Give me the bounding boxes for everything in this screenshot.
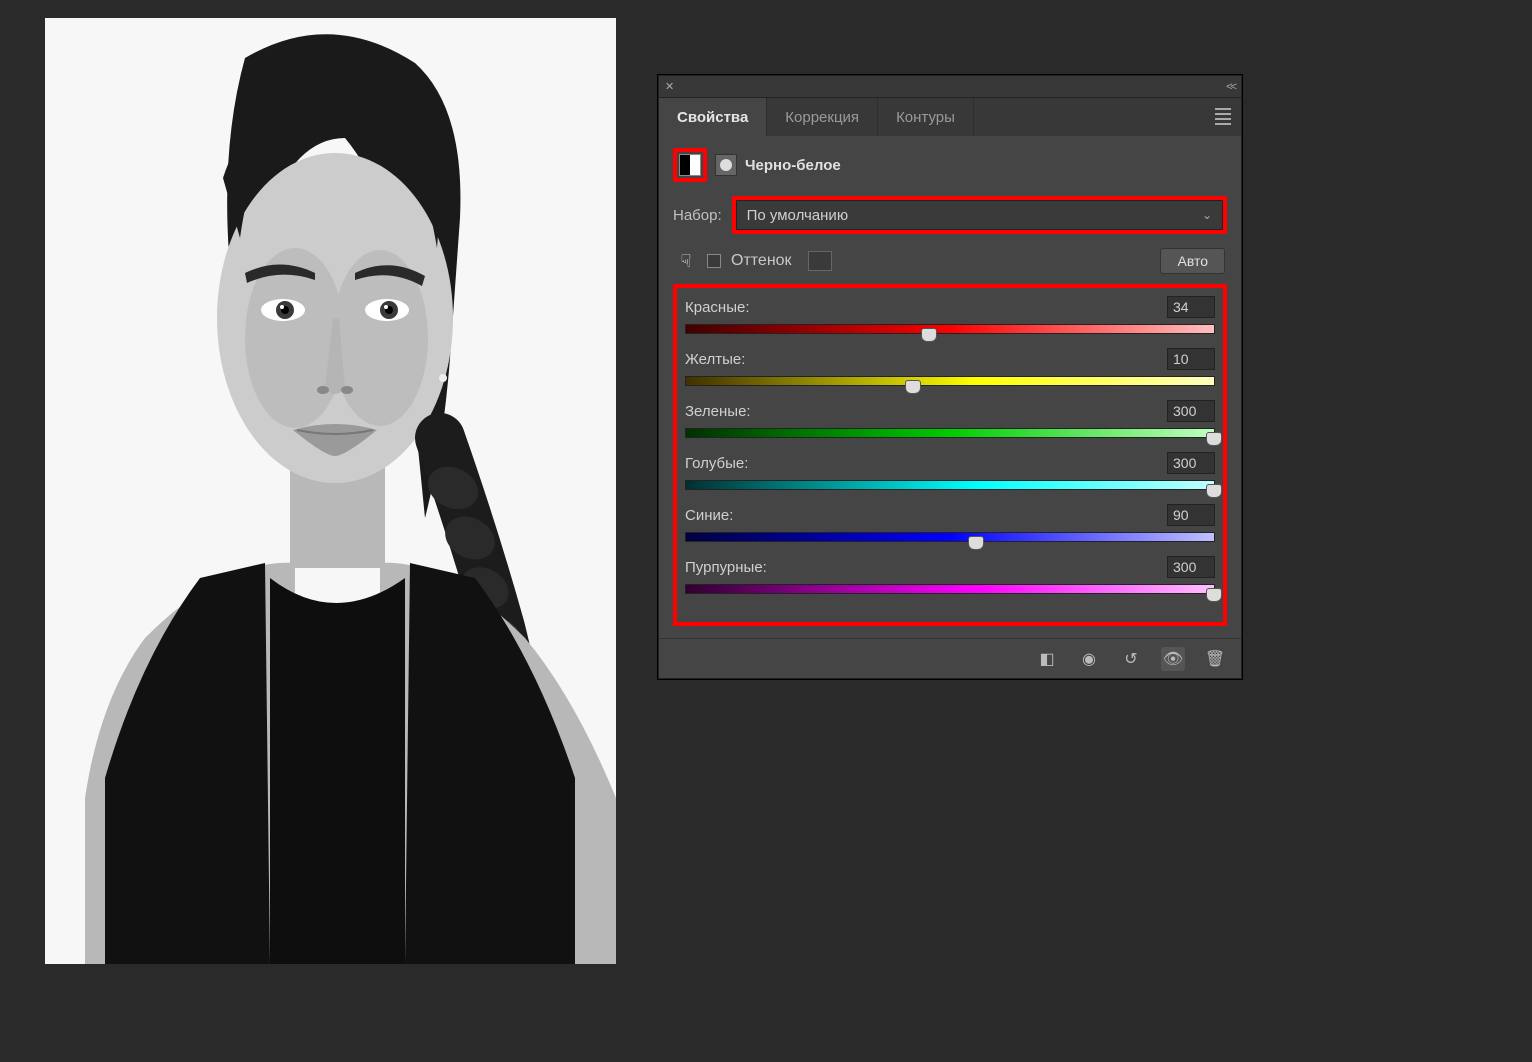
slider-greens-label: Зеленые: — [685, 403, 751, 420]
slider-cyans-label: Голубые: — [685, 455, 748, 472]
tab-adjustments[interactable]: Коррекция — [767, 98, 878, 136]
highlight-sliders: Красные: 34 Желтые: 10 Зеленые: — [673, 284, 1227, 626]
targeted-adjustment-icon[interactable]: ☟ — [675, 250, 697, 272]
slider-cyans-track[interactable] — [685, 480, 1215, 490]
slider-yellows-label: Желтые: — [685, 351, 745, 368]
slider-magentas-thumb[interactable] — [1206, 588, 1222, 602]
tab-paths[interactable]: Контуры — [878, 98, 974, 136]
slider-yellows-value[interactable]: 10 — [1167, 348, 1215, 370]
slider-greens: Зеленые: 300 — [685, 400, 1215, 438]
layer-mask-icon[interactable] — [715, 154, 737, 176]
tabs-row: Свойства Коррекция Контуры — [659, 98, 1241, 136]
panel-menu-icon[interactable] — [1215, 108, 1231, 125]
panel-topbar: ✕ << — [659, 76, 1241, 98]
slider-reds-label: Красные: — [685, 299, 750, 316]
adjustment-header: Черно-белое — [673, 148, 1227, 182]
slider-magentas-label: Пурпурные: — [685, 559, 767, 576]
tab-properties[interactable]: Свойства — [659, 98, 767, 136]
black-white-icon[interactable] — [679, 154, 701, 176]
highlight-preset: По умолчанию ⌄ — [732, 196, 1227, 234]
slider-blues-value[interactable]: 90 — [1167, 504, 1215, 526]
slider-greens-thumb[interactable] — [1206, 432, 1222, 446]
reset-icon[interactable]: ↺ — [1119, 647, 1143, 671]
slider-blues-track[interactable] — [685, 532, 1215, 542]
slider-magentas-value[interactable]: 300 — [1167, 556, 1215, 578]
document-canvas[interactable] — [45, 18, 616, 964]
slider-greens-track[interactable] — [685, 428, 1215, 438]
slider-blues: Синие: 90 — [685, 504, 1215, 542]
slider-reds-thumb[interactable] — [921, 328, 937, 342]
slider-reds-track[interactable] — [685, 324, 1215, 334]
slider-cyans-value[interactable]: 300 — [1167, 452, 1215, 474]
collapse-icon[interactable]: << — [1226, 81, 1235, 93]
auto-button[interactable]: Авто — [1160, 248, 1225, 274]
preset-value: По умолчанию — [747, 207, 848, 224]
slider-cyans: Голубые: 300 — [685, 452, 1215, 490]
slider-magentas-track[interactable] — [685, 584, 1215, 594]
slider-yellows-track[interactable] — [685, 376, 1215, 386]
highlight-adjustment-icon — [673, 148, 707, 182]
tint-swatch[interactable] — [808, 251, 832, 271]
preset-label: Набор: — [673, 207, 722, 224]
slider-greens-value[interactable]: 300 — [1167, 400, 1215, 422]
slider-blues-label: Синие: — [685, 507, 733, 524]
slider-magentas: Пурпурные: 300 — [685, 556, 1215, 594]
slider-reds-value[interactable]: 34 — [1167, 296, 1215, 318]
slider-yellows-thumb[interactable] — [905, 380, 921, 394]
visibility-icon[interactable]: 👁 — [1161, 647, 1185, 671]
chevron-down-icon: ⌄ — [1202, 208, 1212, 222]
slider-cyans-thumb[interactable] — [1206, 484, 1222, 498]
tint-label: Оттенок — [731, 252, 792, 270]
slider-blues-thumb[interactable] — [968, 536, 984, 550]
properties-panel: ✕ << Свойства Коррекция Контуры Черно-бе… — [658, 75, 1242, 679]
tint-checkbox[interactable] — [707, 254, 721, 268]
preset-dropdown[interactable]: По умолчанию ⌄ — [736, 200, 1223, 230]
slider-yellows: Желтые: 10 — [685, 348, 1215, 386]
slider-reds: Красные: 34 — [685, 296, 1215, 334]
clip-to-layer-icon[interactable]: ◧ — [1035, 647, 1059, 671]
trash-icon[interactable]: 🗑 — [1203, 647, 1227, 671]
view-previous-icon[interactable]: ◉ — [1077, 647, 1101, 671]
close-icon[interactable]: ✕ — [665, 80, 674, 93]
panel-footer: ◧ ◉ ↺ 👁 🗑 — [659, 638, 1241, 678]
adjustment-title: Черно-белое — [745, 157, 841, 174]
